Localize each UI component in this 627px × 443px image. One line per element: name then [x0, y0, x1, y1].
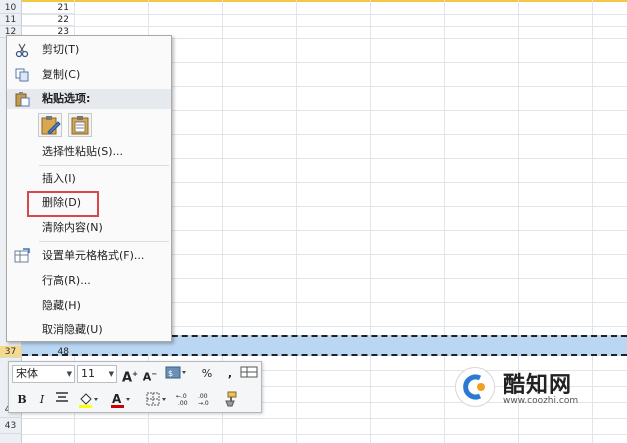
menu-item-row-height[interactable]: 行高(R)... — [7, 270, 171, 292]
menu-item-label: 选择性粘贴(S)... — [42, 145, 124, 158]
font-name-combo[interactable]: 宋体 ▼ — [12, 365, 75, 383]
menu-item-insert[interactable]: 插入(I) — [7, 168, 171, 190]
coozhi-logo-icon — [455, 367, 495, 407]
menu-item-clear-contents[interactable]: 清除内容(N) — [7, 217, 171, 239]
borders-icon[interactable] — [145, 391, 169, 409]
table-cell[interactable]: 22 — [22, 14, 74, 26]
svg-text:.00: .00 — [178, 400, 188, 407]
percent-style-button[interactable]: % — [198, 365, 216, 383]
format-painter-icon[interactable] — [221, 391, 239, 409]
clipboard-icon — [14, 91, 30, 107]
scissors-icon — [14, 42, 30, 58]
menu-item-hide[interactable]: 隐藏(H) — [7, 295, 171, 317]
menu-item-cut[interactable]: 剪切(T) — [7, 39, 171, 61]
svg-text:A: A — [112, 392, 122, 406]
gridline — [444, 0, 445, 443]
shrink-font-icon[interactable]: A− — [141, 365, 159, 384]
row-header[interactable]: 37 — [0, 346, 22, 358]
menu-item-label: 行高(R)... — [42, 274, 91, 287]
paste-options-label: 粘贴选项: — [42, 92, 91, 105]
menu-item-unhide[interactable]: 取消隐藏(U) — [7, 319, 171, 341]
paste-values-icon[interactable] — [68, 113, 92, 137]
fill-color-icon[interactable] — [77, 391, 99, 409]
watermark-brand: 酷知网 — [503, 373, 573, 398]
svg-text:←.0: ←.0 — [176, 393, 187, 400]
gridline — [370, 0, 371, 443]
highlight-box — [27, 191, 99, 217]
increase-decimal-icon[interactable]: ←.0.00 — [175, 391, 195, 409]
accounting-format-icon[interactable]: $ — [164, 365, 188, 383]
font-size-combo[interactable]: 11 ▼ — [77, 365, 117, 383]
comma-style-button[interactable]: , — [221, 365, 239, 383]
menu-item-label: 插入(I) — [42, 172, 76, 185]
chevron-down-icon[interactable]: ▼ — [67, 366, 72, 382]
watermark-url: www.coozhi.com — [503, 396, 579, 406]
gridline — [296, 0, 297, 443]
gridline — [22, 14, 627, 15]
svg-text:$: $ — [168, 369, 173, 378]
menu-item-label: 取消隐藏(U) — [42, 323, 103, 336]
font-name-value: 宋体 — [16, 367, 38, 380]
copy-icon — [14, 67, 30, 83]
format-cells-icon — [14, 248, 30, 264]
align-center-icon[interactable] — [53, 391, 71, 409]
gridline — [22, 434, 627, 435]
menu-item-label: 设置单元格格式(F)... — [42, 249, 145, 262]
bold-button[interactable]: B — [13, 391, 31, 409]
svg-text:.00: .00 — [198, 393, 208, 400]
menu-item-label: 隐藏(H) — [42, 299, 81, 312]
menu-item-copy[interactable]: 复制(C) — [7, 64, 171, 86]
menu-separator — [39, 241, 169, 242]
menu-separator — [39, 165, 169, 166]
svg-text:→.0: →.0 — [198, 400, 209, 407]
context-menu: 剪切(T) 复制(C) 粘贴选项: 选择性粘贴(S)... 插入(I) 删除(D… — [6, 35, 172, 342]
grow-font-icon[interactable]: A+ — [121, 365, 139, 385]
menu-item-paste-special[interactable]: 选择性粘贴(S)... — [7, 141, 171, 163]
paste-icon[interactable] — [38, 113, 62, 137]
menu-item-format-cells[interactable]: 设置单元格格式(F)... — [7, 245, 171, 267]
watermark: 酷知网 www.coozhi.com — [455, 365, 620, 410]
decrease-decimal-icon[interactable]: .00 →.0 — [197, 391, 217, 409]
format-painter-table-icon[interactable] — [239, 365, 259, 383]
menu-item-label: 复制(C) — [42, 68, 81, 81]
gridline — [22, 418, 627, 419]
gridline — [22, 26, 627, 27]
menu-item-label: 剪切(T) — [42, 43, 80, 56]
row-header[interactable]: 11 — [0, 14, 22, 26]
italic-button[interactable]: I — [33, 391, 51, 409]
menu-item-label: 清除内容(N) — [42, 221, 103, 234]
table-cell[interactable]: 48 — [22, 346, 74, 358]
row-header[interactable]: 43 — [0, 418, 22, 434]
font-color-icon[interactable]: A — [109, 391, 131, 409]
font-size-value: 11 — [81, 367, 95, 380]
row-header[interactable]: 10 — [0, 2, 22, 14]
table-cell[interactable]: 21 — [22, 2, 74, 14]
paste-options-header: 粘贴选项: — [7, 89, 171, 109]
chevron-down-icon[interactable]: ▼ — [109, 366, 114, 382]
selection-top-edge — [0, 0, 627, 2]
mini-toolbar: 宋体 ▼ 11 ▼ A+ A− $ % , B I A ←.0.00 .00 →.… — [8, 361, 262, 413]
